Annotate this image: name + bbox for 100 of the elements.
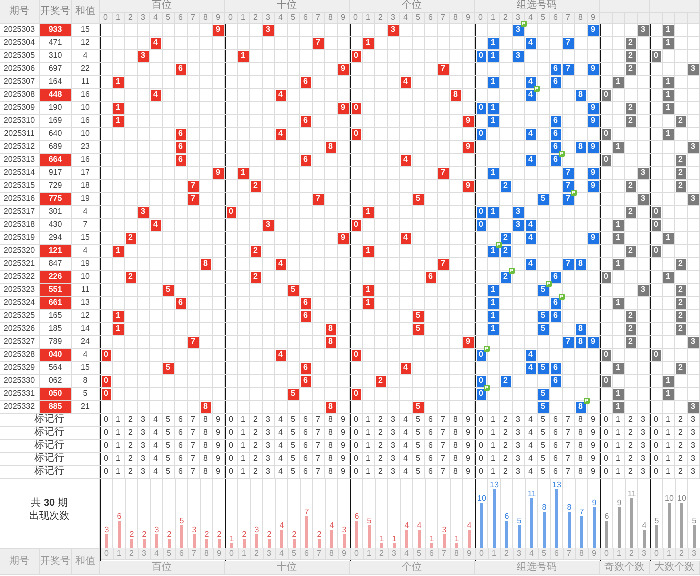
table-cell: 6 (550, 440, 562, 453)
count-label: 4 (280, 521, 284, 530)
count-bar (568, 512, 571, 548)
count-label: 11 (628, 490, 636, 498)
column-header: 6 (550, 13, 562, 24)
table-cell: 6 (425, 440, 438, 453)
axis-label: 3 (138, 548, 151, 560)
table-cell: 6 (550, 453, 562, 466)
axis-label: 9 (464, 548, 476, 560)
count-bar (406, 530, 408, 548)
number-marker: 1 (238, 50, 248, 62)
column-header: 8 (575, 13, 588, 24)
count-bar (430, 544, 434, 548)
count-bar (193, 534, 196, 548)
table-cell: 8 (450, 427, 462, 440)
number-marker: 7 (438, 168, 448, 178)
number-marker: 1 (363, 284, 374, 296)
table-cell: 3 (388, 414, 400, 427)
table-cell: 1 (612, 414, 625, 427)
number-marker: 2 (500, 376, 511, 386)
number-marker: 1 (488, 168, 498, 178)
draw-number-cell: 664 (40, 154, 72, 167)
table-cell: 1 (612, 427, 625, 440)
table-cell: 4 (150, 427, 162, 440)
number-marker: 4 (400, 154, 411, 166)
table-cell: 8 (575, 453, 588, 466)
column-header: 组选号码 (475, 0, 600, 13)
number-marker: 1 (613, 220, 624, 230)
column-header: 8 (200, 13, 212, 24)
count-bar (356, 521, 358, 548)
count-label: 2 (217, 530, 222, 539)
count-label: 6 (604, 512, 610, 521)
number-marker: 1 (663, 128, 674, 140)
axis-label: 3 (514, 548, 526, 560)
table-cell: 7 (562, 440, 575, 453)
table-cell: 0 (475, 453, 488, 466)
table-cell: 2025319 (0, 232, 40, 245)
column-header: 5 (412, 13, 425, 24)
table-cell: 4 (150, 440, 162, 453)
table-cell: 1 (612, 466, 625, 479)
number-marker: 0 (652, 50, 661, 62)
table-cell: 9 (588, 427, 600, 440)
table-cell: 3 (512, 440, 525, 453)
table-cell: 0 (225, 414, 238, 427)
number-marker: 0 (352, 388, 361, 400)
number-marker: 2 (676, 258, 686, 270)
table-cell: 1 (238, 414, 250, 427)
number-marker: 1 (663, 388, 674, 400)
table-cell: 6 (175, 427, 188, 440)
table-cell: 2 (125, 427, 138, 440)
table-cell: 5 (162, 453, 175, 466)
table-cell: 7 (438, 414, 450, 427)
column-header: 期号 (0, 549, 40, 575)
number-marker: 8 (576, 324, 586, 334)
number-marker: 4 (400, 362, 411, 374)
number-marker: 6 (176, 64, 186, 74)
number-marker: 4 (526, 90, 536, 100)
table-cell: 2 (125, 440, 138, 453)
number-marker: 1 (663, 24, 674, 36)
number-marker: 0 (602, 128, 611, 140)
number-marker: 2 (376, 376, 386, 386)
table-cell: 7 (188, 414, 200, 427)
number-marker: 1 (363, 206, 374, 218)
count-label: 1 (430, 534, 434, 544)
table-cell: 1 (612, 453, 625, 466)
count-label: 9 (592, 498, 597, 508)
table-cell: 14 (72, 323, 100, 336)
table-cell: 4 (72, 245, 100, 258)
number-marker: 6 (176, 298, 186, 308)
table-cell: 8 (72, 375, 100, 388)
table-cell: 1 (238, 453, 250, 466)
table-cell: 2 (250, 466, 262, 479)
table-cell: 1 (238, 466, 250, 479)
number-marker: 1 (113, 76, 124, 88)
number-marker: 2 (500, 232, 511, 244)
table-cell: 7 (312, 440, 325, 453)
number-marker: 2 (250, 180, 261, 192)
count-label: 11 (528, 490, 536, 498)
number-marker: 1 (488, 246, 498, 256)
table-cell: 5 (538, 440, 550, 453)
number-marker: 5 (538, 388, 548, 400)
count-bar (393, 544, 396, 548)
number-marker: 5 (413, 324, 424, 334)
number-marker: 9 (588, 232, 598, 244)
table-cell: 3 (262, 427, 275, 440)
table-cell: 8 (200, 427, 212, 440)
draw-number-cell: 775 (40, 193, 72, 206)
axis-label: 1 (114, 548, 126, 560)
table-cell: 10 (72, 128, 100, 141)
table-cell: 16 (72, 154, 100, 167)
table-cell: 1 (112, 466, 125, 479)
number-marker: 1 (238, 168, 248, 178)
number-marker: 3 (688, 194, 698, 204)
number-marker: 8 (450, 90, 461, 100)
number-marker: 7 (188, 180, 198, 192)
table-cell: 3 (638, 427, 650, 440)
number-marker: 6 (300, 362, 311, 374)
axis-label: 4 (276, 548, 288, 560)
table-cell: 2 (125, 453, 138, 466)
number-marker: 2 (676, 298, 686, 308)
